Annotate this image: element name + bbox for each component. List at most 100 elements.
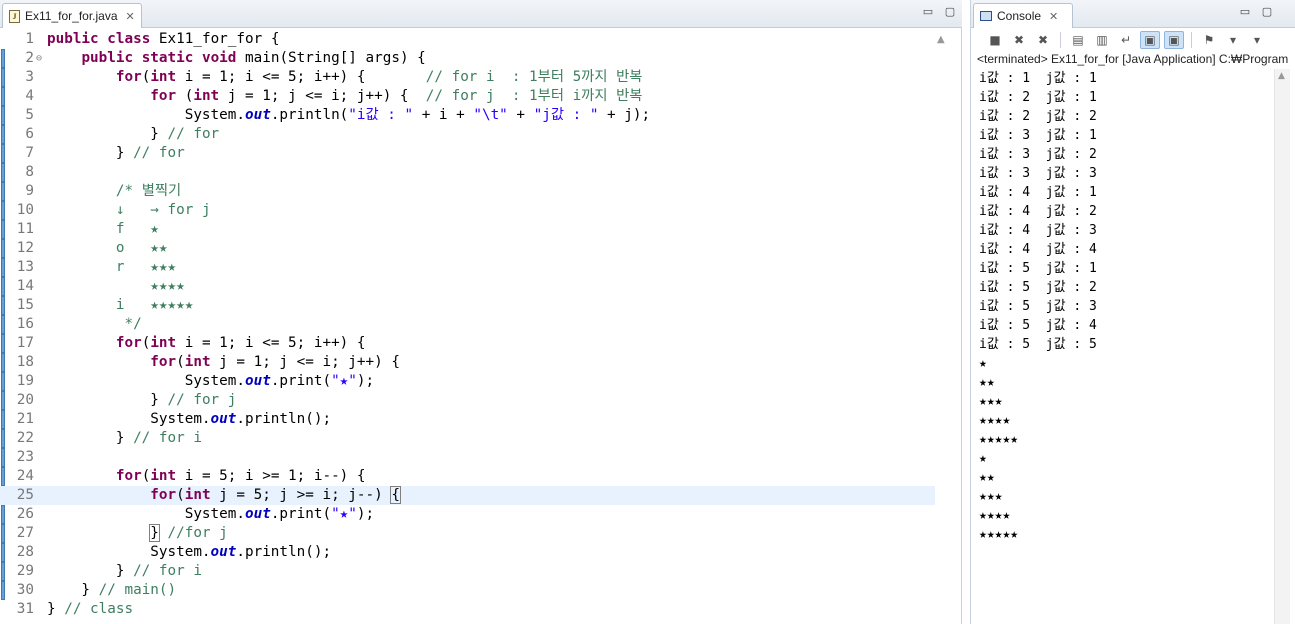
remove-launch-icon[interactable]: ✖ xyxy=(1009,31,1029,49)
code-text: o ★★ xyxy=(47,239,168,258)
code-editor[interactable]: 1 public class Ex11_for_for {2 ⊖ public st… xyxy=(0,28,962,624)
code-line[interactable]: 5 System.out.println("i값 : " + i + "\t" … xyxy=(0,106,935,125)
show-on-error-icon[interactable]: ▣ xyxy=(1164,31,1184,49)
code-token: for xyxy=(115,468,142,484)
code-line[interactable]: 9 /* 별찍기 xyxy=(0,182,935,201)
display-console-icon[interactable]: ▾ xyxy=(1223,31,1243,49)
console-line: i값 : 1 j값 : 1 xyxy=(979,71,1097,86)
code-token: ); xyxy=(356,506,375,522)
code-token: r ★★★ xyxy=(115,259,177,275)
line-number: 28 xyxy=(16,544,34,560)
line-number: 24 xyxy=(16,468,34,484)
console-tab-bar: Console ✕ ▭ ▢ xyxy=(971,0,1295,28)
code-line[interactable]: 8 xyxy=(0,163,935,182)
code-line[interactable]: 13 r ★★★ xyxy=(0,258,935,277)
code-line[interactable]: 2 ⊖ public static void main(String[] args… xyxy=(0,49,935,68)
code-line[interactable]: 11 f ★ xyxy=(0,220,935,239)
open-console-icon[interactable]: ▾ xyxy=(1247,31,1267,49)
maximize-icon[interactable]: ▢ xyxy=(1261,6,1273,18)
code-token: i = 1; i <= 5; i++) { xyxy=(176,335,366,351)
code-text: System.out.print("★"); xyxy=(47,505,374,524)
line-number: 5 xyxy=(25,107,34,123)
code-line[interactable]: 1 public class Ex11_for_for { xyxy=(0,30,935,49)
code-line[interactable]: 19 System.out.print("★"); xyxy=(0,372,935,391)
code-line[interactable]: 22 } // for i xyxy=(0,429,935,448)
console-line: ★★★ xyxy=(979,394,1003,409)
code-line[interactable]: 14 ★★★★ xyxy=(0,277,935,296)
code-token: + j); xyxy=(598,107,651,123)
fold-toggle-icon[interactable]: ⊖ xyxy=(36,49,42,68)
terminate-icon[interactable]: ■ xyxy=(985,31,1005,49)
code-token: // main() xyxy=(98,582,177,598)
scroll-up-icon[interactable]: ▲ xyxy=(937,34,945,45)
code-token: // for i : 1부터 5까지 반복 xyxy=(425,69,643,85)
code-line[interactable]: 7 } // for xyxy=(0,144,935,163)
code-line[interactable]: 29 } // for i xyxy=(0,562,935,581)
minimize-icon[interactable]: ▭ xyxy=(1239,6,1251,18)
console-line: i값 : 5 j값 : 4 xyxy=(979,318,1097,333)
remove-all-icon[interactable]: ✖ xyxy=(1033,31,1053,49)
code-line[interactable]: 20 } // for j xyxy=(0,391,935,410)
code-area[interactable]: 1 public class Ex11_for_for {2 ⊖ public st… xyxy=(0,28,935,624)
code-token: j = 1; j <= i; j++) { xyxy=(210,354,400,370)
close-icon[interactable]: ✕ xyxy=(126,10,135,23)
console-line: i값 : 2 j값 : 1 xyxy=(979,90,1097,105)
line-number: 25 xyxy=(16,487,34,503)
scroll-up-icon[interactable]: ▲ xyxy=(1278,71,1285,81)
editor-tab[interactable]: J Ex11_for_for.java ✕ xyxy=(2,3,142,28)
word-wrap-icon[interactable]: ↵ xyxy=(1116,31,1136,49)
line-number: 10 xyxy=(16,202,34,218)
line-number: 8 xyxy=(25,164,34,180)
pin-console-icon[interactable]: ⚑ xyxy=(1199,31,1219,49)
code-line[interactable]: 30 } // main() xyxy=(0,581,935,600)
line-number: 9 xyxy=(25,183,34,199)
code-line[interactable]: 15 i ★★★★★ xyxy=(0,296,935,315)
code-line[interactable]: 12 o ★★ xyxy=(0,239,935,258)
line-number: 15 xyxy=(16,297,34,313)
code-line[interactable]: 17 for(int i = 1; i <= 5; i++) { xyxy=(0,334,935,353)
console-line: i값 : 5 j값 : 1 xyxy=(979,261,1097,276)
code-token: + i + xyxy=(413,107,474,123)
code-token: out xyxy=(244,107,271,123)
code-text: } // for j xyxy=(47,391,236,410)
console-output[interactable]: i값 : 1 j값 : 1 i값 : 2 j값 : 1 i값 : 2 j값 : 2 i… xyxy=(971,69,1276,624)
code-line[interactable]: 21 System.out.println(); xyxy=(0,410,935,429)
code-token: // for xyxy=(133,145,185,161)
code-line[interactable]: 27 } //for j xyxy=(0,524,935,543)
code-token: } xyxy=(47,430,134,446)
code-line[interactable]: 16 */ xyxy=(0,315,935,334)
code-text: */ xyxy=(47,315,142,334)
code-line[interactable]: 10 ↓ → for j xyxy=(0,201,935,220)
code-line[interactable]: 23 xyxy=(0,448,935,467)
code-token: ( xyxy=(176,354,185,370)
code-text: /* 별찍기 xyxy=(47,182,181,201)
close-icon[interactable]: ✕ xyxy=(1049,10,1058,23)
code-line[interactable]: 25 for(int j = 5; j >= i; j--) { xyxy=(0,486,935,505)
code-token: } xyxy=(47,145,134,161)
code-line[interactable]: 3 for(int i = 1; i <= 5; i++) { // for i… xyxy=(0,68,935,87)
code-line[interactable]: 28 System.out.println(); xyxy=(0,543,935,562)
console-scrollbar[interactable]: ▲ xyxy=(1274,69,1290,624)
code-token: for xyxy=(150,487,177,503)
code-token: .println(); xyxy=(236,411,332,427)
code-token: out xyxy=(210,544,237,560)
code-line[interactable]: 26 System.out.print("★"); xyxy=(0,505,935,524)
show-on-output-icon[interactable]: ▣ xyxy=(1140,31,1160,49)
minimize-icon[interactable]: ▭ xyxy=(922,6,934,18)
code-line[interactable]: 4 for (int j = 1; j <= i; j++) { // for … xyxy=(0,87,935,106)
console-icon xyxy=(980,11,992,21)
code-token: */ xyxy=(124,316,142,332)
clear-console-icon[interactable]: ▤ xyxy=(1068,31,1088,49)
code-line[interactable]: 31} // class xyxy=(0,600,935,619)
console-tab[interactable]: Console ✕ xyxy=(973,3,1073,28)
java-file-icon: J xyxy=(9,9,20,23)
code-line[interactable]: 24 for(int i = 5; i >= 1; i--) { xyxy=(0,467,935,486)
code-line[interactable]: 6 } // for xyxy=(0,125,935,144)
scroll-lock-icon[interactable]: ▥ xyxy=(1092,31,1112,49)
maximize-icon[interactable]: ▢ xyxy=(944,6,956,18)
code-line[interactable]: 18 for(int j = 1; j <= i; j++) { xyxy=(0,353,935,372)
